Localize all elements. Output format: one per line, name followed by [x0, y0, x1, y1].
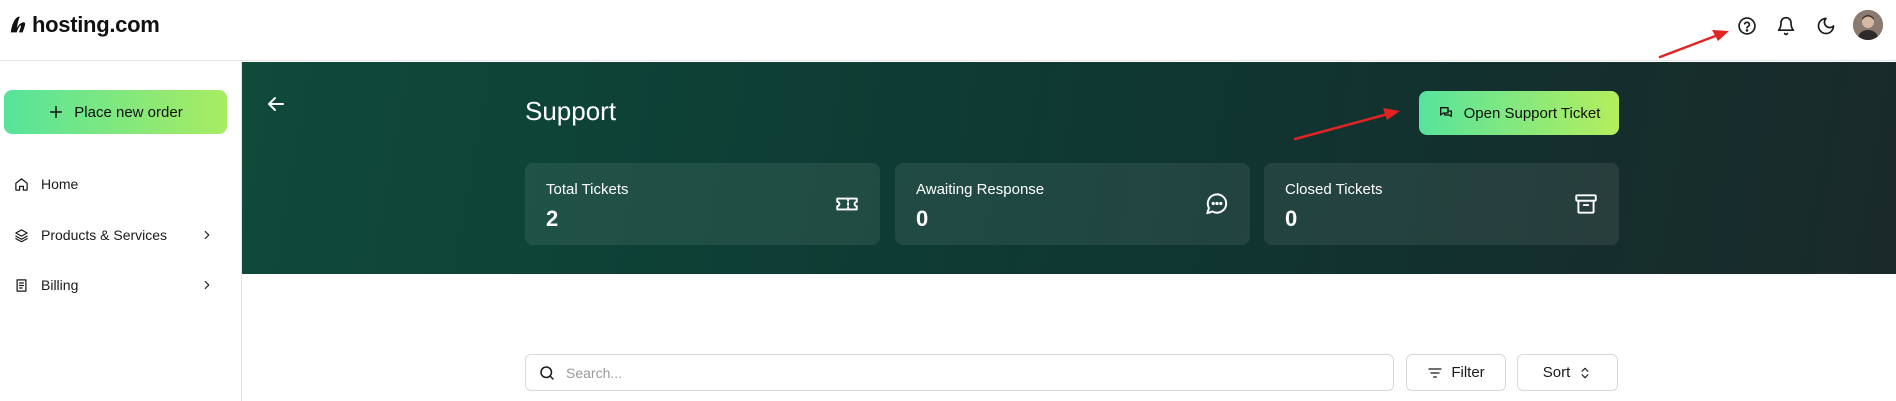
place-new-order-button[interactable]: Place new order — [4, 90, 227, 134]
page-title: Support — [525, 96, 617, 126]
brand-name: hosting.com — [32, 12, 160, 37]
stat-label: Closed Tickets — [1285, 181, 1383, 198]
home-icon — [15, 177, 28, 191]
moon-icon[interactable] — [1814, 14, 1838, 38]
sort-label: Sort — [1542, 364, 1571, 381]
filter-icon — [1428, 367, 1442, 378]
sidebar-item-home[interactable]: Home — [14, 170, 214, 198]
message-circle-icon — [1206, 193, 1228, 215]
sidebar-item-products-services[interactable]: Products & Services — [14, 221, 214, 249]
stat-label: Awaiting Response — [916, 181, 1045, 198]
open-support-ticket-button[interactable]: Open Support Ticket — [1419, 91, 1619, 135]
search-icon — [540, 365, 554, 380]
search-box[interactable] — [525, 354, 1394, 391]
back-arrow-icon[interactable] — [264, 92, 288, 116]
sidebar-item-label: Products & Services — [41, 227, 168, 243]
archive-icon — [1575, 194, 1597, 214]
plus-icon — [50, 105, 63, 119]
stat-card-total-tickets: Total Tickets 2 — [525, 163, 880, 245]
stat-value: 0 — [1285, 206, 1298, 231]
sidebar: Place new order Home Products & Services… — [0, 61, 242, 401]
brand-logo[interactable]: hosting.com — [8, 12, 160, 38]
stat-value: 2 — [546, 206, 559, 231]
stat-value: 0 — [916, 206, 929, 231]
hosting-logo-icon — [10, 16, 26, 33]
filter-label: Filter — [1451, 364, 1485, 381]
stat-card-awaiting-response: Awaiting Response 0 — [895, 163, 1250, 245]
sidebar-item-label: Home — [41, 176, 79, 192]
avatar[interactable] — [1853, 10, 1883, 40]
support-hero: Support Open Support Ticket Total Ticket… — [242, 62, 1896, 274]
ticket-icon — [836, 197, 858, 211]
layers-icon — [15, 228, 28, 242]
open-support-ticket-label: Open Support Ticket — [1463, 104, 1601, 122]
help-circle-icon[interactable] — [1735, 14, 1759, 38]
stat-card-closed-tickets: Closed Tickets 0 — [1264, 163, 1619, 245]
stat-label: Total Tickets — [546, 181, 629, 198]
bell-icon[interactable] — [1774, 14, 1798, 38]
document-icon — [16, 278, 27, 292]
top-bar: hosting.com — [0, 0, 1896, 61]
place-new-order-label: Place new order — [74, 103, 183, 121]
chevron-right-icon — [204, 280, 210, 290]
chevrons-up-down-icon — [1581, 367, 1589, 378]
sidebar-item-billing[interactable]: Billing — [14, 271, 214, 299]
chevron-right-icon — [204, 230, 210, 240]
sort-button[interactable]: Sort — [1517, 354, 1618, 391]
search-input[interactable] — [566, 364, 1366, 381]
sidebar-item-label: Billing — [41, 277, 79, 293]
filter-button[interactable]: Filter — [1406, 354, 1506, 391]
messages-icon — [1439, 107, 1452, 117]
